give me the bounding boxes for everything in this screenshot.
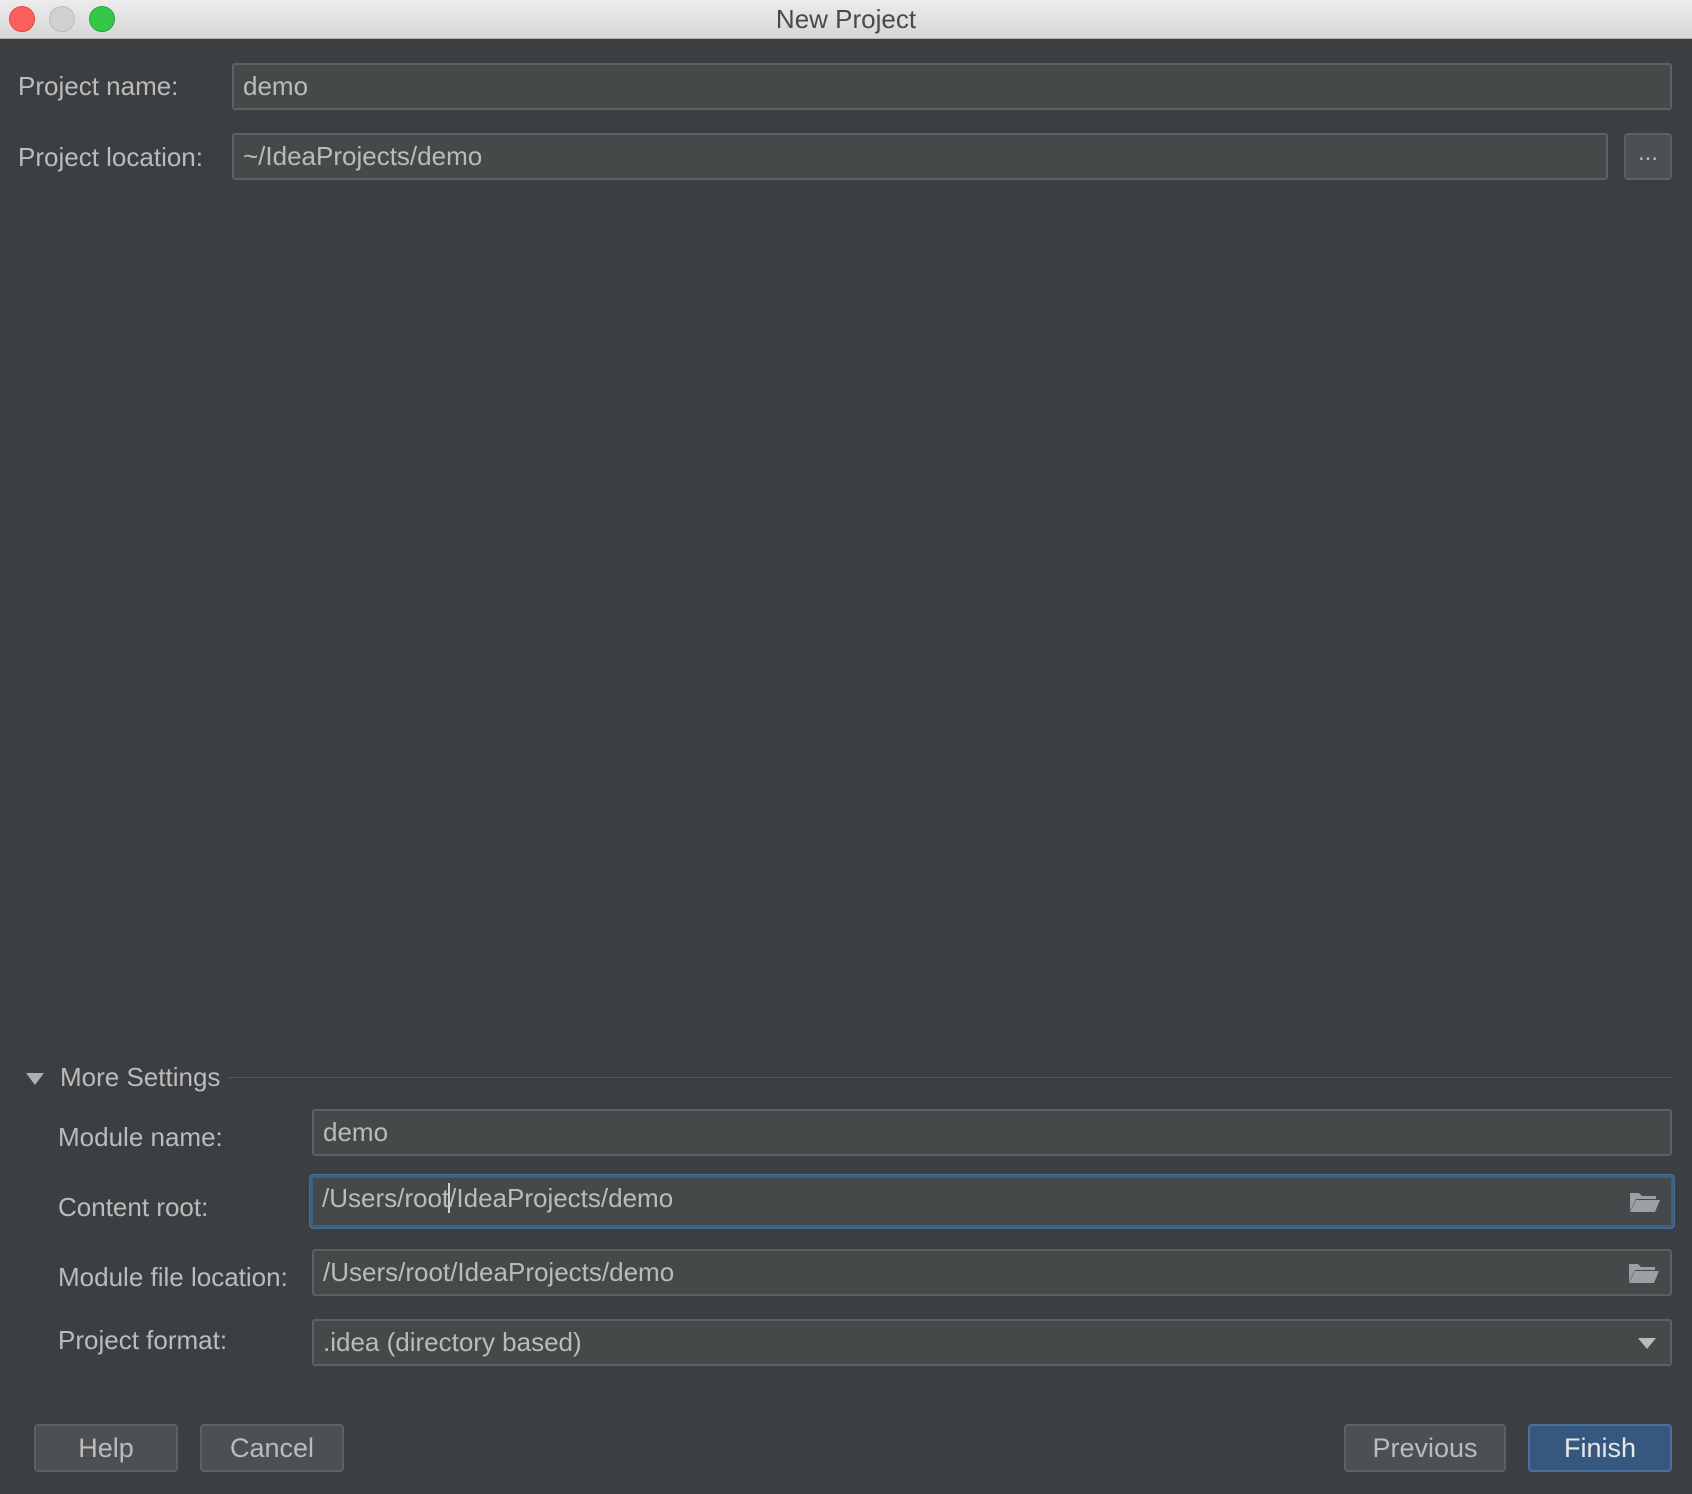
window-title: New Project	[775, 4, 917, 34]
section-divider	[228, 1077, 1672, 1078]
previous-button[interactable]: Previous	[1344, 1424, 1506, 1472]
project-format-label: Project format:	[58, 1325, 228, 1355]
folder-icon[interactable]	[1629, 1190, 1661, 1214]
content-root-value: /Users/root/IdeaProjects/demo	[322, 1183, 673, 1214]
folder-icon[interactable]	[1628, 1261, 1660, 1285]
project-location-input[interactable]: ~/IdeaProjects/demo	[232, 133, 1608, 180]
browse-location-button[interactable]: ...	[1624, 133, 1672, 180]
project-format-select[interactable]: .idea (directory based)	[312, 1319, 1672, 1366]
content-root-text-before-caret: /Users/root	[322, 1183, 450, 1213]
cancel-button[interactable]: Cancel	[200, 1424, 344, 1472]
module-name-label: Module name:	[58, 1122, 223, 1152]
finish-button[interactable]: Finish	[1528, 1424, 1672, 1472]
project-location-label: Project location:	[18, 142, 203, 172]
more-settings-toggle[interactable]: More Settings	[60, 1062, 220, 1093]
help-button[interactable]: Help	[34, 1424, 178, 1472]
content-root-text-after-caret: /IdeaProjects/demo	[449, 1183, 674, 1213]
module-name-input[interactable]: demo	[312, 1109, 1672, 1156]
module-name-value: demo	[323, 1117, 389, 1147]
module-file-location-input[interactable]: /Users/root/IdeaProjects/demo	[312, 1249, 1672, 1296]
title-bar: New Project	[0, 0, 1692, 39]
module-file-location-label: Module file location:	[58, 1262, 288, 1292]
content-root-label: Content root:	[58, 1192, 209, 1222]
chevron-down-icon	[1638, 1338, 1656, 1349]
project-name-label: Project name:	[18, 71, 179, 101]
project-format-value: .idea (directory based)	[323, 1327, 582, 1357]
project-name-input[interactable]: demo	[232, 63, 1672, 110]
content-root-input[interactable]: /Users/root/IdeaProjects/demo	[310, 1175, 1674, 1228]
module-file-location-value: /Users/root/IdeaProjects/demo	[323, 1257, 675, 1287]
project-name-value: demo	[243, 71, 309, 101]
new-project-window: New Project Project name: demo Project l…	[0, 0, 1692, 1494]
project-location-value: ~/IdeaProjects/demo	[243, 141, 483, 171]
triangle-down-icon[interactable]	[24, 1070, 46, 1088]
